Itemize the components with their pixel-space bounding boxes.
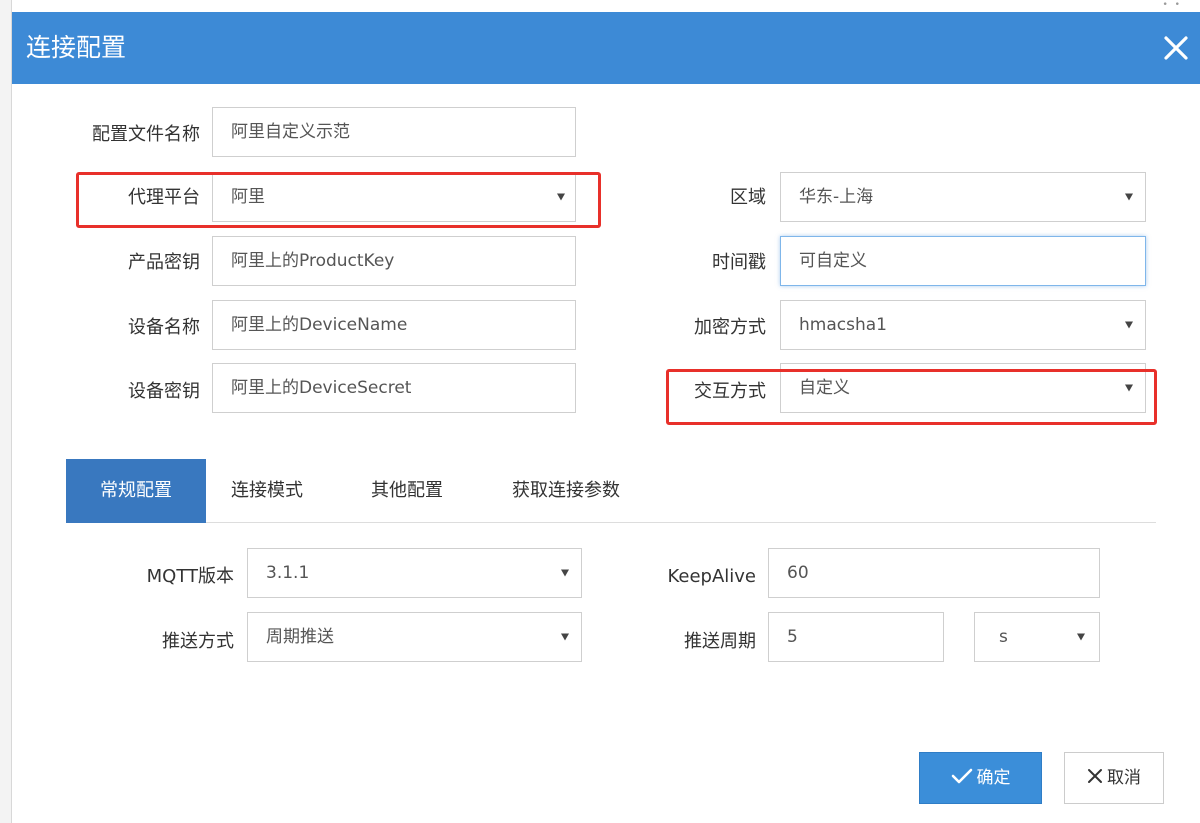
region-select[interactable]: 华东-上海 bbox=[780, 172, 1146, 222]
encryption-value: hmacsha1 bbox=[799, 315, 887, 335]
confirm-button-label: 确定 bbox=[976, 768, 1011, 788]
mqtt-version-label: MQTT版本 bbox=[146, 566, 234, 587]
region-label: 区域 bbox=[730, 187, 766, 208]
device-secret-label: 设备密钥 bbox=[128, 381, 200, 402]
device-name-label: 设备名称 bbox=[128, 317, 200, 338]
config-name-label: 配置文件名称 bbox=[92, 124, 200, 145]
check-icon bbox=[951, 768, 972, 784]
background-window-edge bbox=[0, 0, 12, 823]
push-mode-select[interactable]: 周期推送 bbox=[247, 612, 582, 662]
confirm-button[interactable]: 确定 bbox=[919, 752, 1042, 804]
encryption-select[interactable]: hmacsha1 bbox=[780, 300, 1146, 350]
tab-other-config[interactable]: 其他配置 bbox=[371, 459, 471, 523]
config-name-input[interactable]: 阿里自定义示范 bbox=[212, 107, 576, 157]
keepalive-label: KeepAlive bbox=[667, 566, 756, 587]
push-mode-value: 周期推送 bbox=[266, 627, 334, 647]
chevron-down-icon bbox=[561, 569, 569, 577]
device-name-input[interactable]: 阿里上的DeviceName bbox=[212, 300, 576, 350]
chevron-down-icon bbox=[1077, 633, 1085, 641]
close-button[interactable] bbox=[1158, 30, 1194, 66]
timestamp-label: 时间戳 bbox=[712, 252, 766, 273]
connection-config-dialog: • • 连接配置 配置文件名称 阿里自定义示范 代理平台 阿里 区域 华东-上海… bbox=[0, 0, 1200, 823]
cancel-button-label: 取消 bbox=[1107, 768, 1141, 788]
device-secret-input[interactable]: 阿里上的DeviceSecret bbox=[212, 363, 576, 413]
region-value: 华东-上海 bbox=[799, 187, 874, 207]
timestamp-input[interactable]: 可自定义 bbox=[780, 236, 1146, 286]
push-mode-label: 推送方式 bbox=[162, 631, 234, 652]
keepalive-input[interactable]: 60 bbox=[768, 548, 1100, 598]
chevron-down-icon bbox=[1125, 193, 1133, 201]
mqtt-version-value: 3.1.1 bbox=[266, 563, 310, 583]
push-period-input[interactable]: 5 bbox=[768, 612, 944, 662]
cancel-button[interactable]: 取消 bbox=[1064, 752, 1164, 804]
product-key-label: 产品密钥 bbox=[128, 252, 200, 273]
dialog-title-bar: 连接配置 bbox=[12, 12, 1200, 84]
encryption-label: 加密方式 bbox=[694, 317, 766, 338]
highlight-interaction bbox=[666, 369, 1157, 425]
chevron-down-icon bbox=[561, 633, 569, 641]
highlight-proxy-platform bbox=[76, 172, 601, 228]
product-key-input[interactable]: 阿里上的ProductKey bbox=[212, 236, 576, 286]
push-period-unit-select[interactable]: s bbox=[974, 612, 1100, 662]
mqtt-version-select[interactable]: 3.1.1 bbox=[247, 548, 582, 598]
tab-connection-mode[interactable]: 连接模式 bbox=[231, 459, 331, 523]
dialog-title: 连接配置 bbox=[26, 33, 127, 62]
push-period-unit-value: s bbox=[999, 627, 1008, 647]
window-dots: • • bbox=[1162, 0, 1182, 10]
tab-get-connection-params[interactable]: 获取连接参数 bbox=[512, 459, 652, 523]
chevron-down-icon bbox=[1125, 321, 1133, 329]
tab-general-config[interactable]: 常规配置 bbox=[66, 459, 206, 523]
push-period-label: 推送周期 bbox=[684, 631, 756, 652]
close-icon bbox=[1164, 36, 1188, 60]
close-icon bbox=[1088, 769, 1102, 783]
